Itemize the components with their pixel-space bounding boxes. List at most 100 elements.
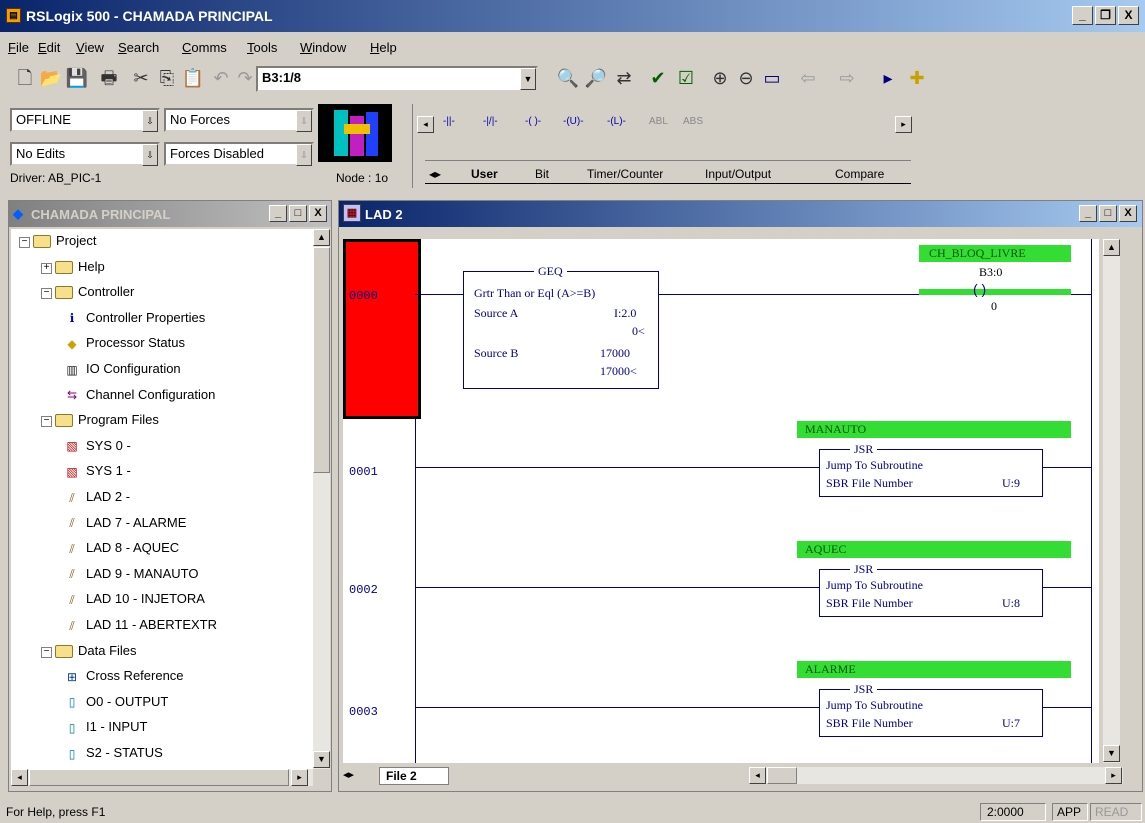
redo-icon[interactable]: ↷	[232, 66, 258, 92]
chevron-down-icon[interactable]: ⇩	[296, 144, 312, 166]
scroll-thumb[interactable]	[29, 769, 289, 786]
minimize-button[interactable]: _	[1072, 6, 1093, 25]
tree-item[interactable]: Help	[55, 259, 105, 274]
tab-scroll-icon[interactable]: ◂▸	[429, 165, 441, 185]
edits-combo[interactable]: No Edits ⇩	[10, 142, 160, 166]
scroll-up-icon[interactable]: ▲	[1103, 239, 1120, 256]
collapse-icon[interactable]: −	[19, 237, 30, 248]
jsr-instruction[interactable]: JSR Jump To Subroutine SBR File Number U…	[819, 562, 1043, 617]
tree-item[interactable]: ◆ Processor Status	[63, 335, 185, 352]
collapse-icon[interactable]: −	[41, 646, 52, 658]
abs-instruction-icon[interactable]: ABS	[683, 116, 703, 127]
tab-input-output[interactable]: Input/Output	[705, 165, 771, 185]
collapse-icon[interactable]: −	[41, 288, 52, 300]
scroll-left-icon[interactable]: ◂	[11, 769, 28, 786]
find-icon[interactable]: 🔍	[555, 66, 581, 92]
tree-item[interactable]: ⫽ LAD 11 - ABERTEXTR	[63, 617, 217, 634]
xic-instruction-icon[interactable]: -||-	[443, 116, 455, 127]
otl-instruction-icon[interactable]: -(L)-	[607, 116, 626, 127]
output-coil-icon[interactable]: ( )	[973, 281, 986, 297]
tree-item[interactable]: Project	[33, 233, 96, 249]
scroll-right-icon[interactable]: ▸	[291, 769, 308, 786]
geq-instruction[interactable]: GEQ Grtr Than or Eql (A>=B) Source A I:2…	[463, 264, 659, 389]
zoom-in-icon[interactable]: ⊕	[707, 66, 733, 92]
tree-item[interactable]: ▯ I1 - INPUT	[63, 719, 148, 736]
abl-instruction-icon[interactable]: ABL	[649, 116, 668, 127]
tree-item[interactable]: ▧ SYS 0 -	[63, 438, 130, 455]
restore-button[interactable]: ❐	[1095, 6, 1116, 25]
coil-address[interactable]: B3:0	[979, 265, 1002, 280]
rung-number[interactable]: 0000	[349, 289, 378, 303]
minimize-button[interactable]: _	[1079, 205, 1097, 222]
rung-number[interactable]: 0003	[349, 705, 378, 719]
scroll-left-icon[interactable]: ◂	[749, 767, 766, 784]
window-icon[interactable]: ▭	[759, 66, 785, 92]
add-icon[interactable]: ✚	[904, 66, 930, 92]
verify-file-icon[interactable]: ✔	[645, 66, 671, 92]
menu-search[interactable]: Search	[118, 40, 159, 55]
zoom-out-icon[interactable]: ⊖	[733, 66, 759, 92]
tab-user[interactable]: User	[471, 165, 498, 185]
jsr-instruction[interactable]: JSR Jump To Subroutine SBR File Number U…	[819, 442, 1043, 497]
tree-item[interactable]: ⫽ LAD 2 -	[63, 489, 130, 506]
mode-combo[interactable]: OFFLINE ⇩	[10, 108, 160, 132]
tree-item[interactable]: ▧ SYS 1 -	[63, 463, 130, 480]
palette-scroll-right[interactable]: ▸	[895, 116, 912, 133]
tree-item[interactable]: ⫽ LAD 7 - ALARME	[63, 515, 186, 532]
back-arrow-icon[interactable]: ⇦	[795, 66, 821, 92]
tree-horizontal-scrollbar[interactable]: ◂ ▸	[11, 769, 313, 786]
file-tab[interactable]: File 2	[379, 767, 449, 785]
tree-item[interactable]: ⊞ Cross Reference	[63, 668, 184, 685]
collapse-icon[interactable]: −	[41, 416, 52, 428]
paste-icon[interactable]: 📋	[180, 66, 206, 92]
open-folder-icon[interactable]: 📂	[38, 66, 64, 92]
ote-instruction-icon[interactable]: -( )-	[525, 116, 541, 127]
tab-timer-counter[interactable]: Timer/Counter	[587, 165, 663, 185]
scroll-down-icon[interactable]: ▼	[1103, 745, 1120, 762]
scroll-track[interactable]	[1103, 257, 1120, 745]
file-tab-scroll-icon[interactable]: ◂▸	[343, 768, 354, 781]
tab-compare[interactable]: Compare	[835, 165, 884, 185]
chevron-down-icon[interactable]: ▼	[520, 68, 536, 90]
chevron-down-icon[interactable]: ⇩	[142, 110, 158, 132]
scroll-right-icon[interactable]: ▸	[1105, 767, 1122, 784]
scroll-thumb[interactable]	[767, 767, 797, 784]
ladder-horizontal-scrollbar[interactable]: ◂ ▸	[749, 767, 1123, 784]
tree-item[interactable]: ⇆ Channel Configuration	[63, 387, 215, 404]
menu-help[interactable]: Help	[370, 40, 397, 55]
jsr-tag[interactable]: MANAUTO	[797, 421, 1071, 438]
coil-tag[interactable]: CH_BLOQ_LIVRE	[919, 245, 1071, 262]
tree-item[interactable]: ▥ IO Configuration	[63, 361, 180, 378]
minimize-button[interactable]: _	[269, 205, 287, 222]
play-icon[interactable]: ▸	[875, 66, 901, 92]
rung-selection-marker[interactable]	[343, 239, 421, 419]
scroll-thumb[interactable]	[313, 247, 330, 473]
tree-item[interactable]: ▯ S2 - STATUS	[63, 745, 163, 762]
find-next-icon[interactable]: 🔎	[583, 66, 609, 92]
forward-arrow-icon[interactable]: ⇨	[834, 66, 860, 92]
close-button[interactable]: X	[309, 205, 327, 222]
forces-state-combo[interactable]: Forces Disabled ⇩	[164, 142, 314, 166]
xio-instruction-icon[interactable]: -|/|-	[483, 116, 498, 127]
jsr-tag[interactable]: AQUEC	[797, 541, 1071, 558]
undo-icon[interactable]: ↶	[208, 66, 234, 92]
menu-edit[interactable]: Edit	[38, 40, 60, 55]
save-icon[interactable]: 💾	[64, 66, 90, 92]
chevron-down-icon[interactable]: ⇩	[142, 144, 158, 166]
maximize-button[interactable]: □	[289, 205, 307, 222]
rung-number[interactable]: 0002	[349, 583, 378, 597]
chevron-down-icon[interactable]: ⇩	[296, 110, 312, 132]
replace-icon[interactable]: ⇄	[611, 66, 637, 92]
tree-item[interactable]: Program Files	[55, 412, 159, 428]
scroll-down-icon[interactable]: ▼	[313, 751, 330, 768]
scroll-up-icon[interactable]: ▲	[313, 229, 330, 246]
tree-item[interactable]: Controller	[55, 284, 134, 300]
menu-tools[interactable]: Tools	[247, 40, 277, 55]
otu-instruction-icon[interactable]: -(U)-	[563, 116, 584, 127]
expand-icon[interactable]: +	[41, 262, 52, 274]
print-icon[interactable]: 🖶	[96, 66, 122, 92]
tree-item[interactable]: ⫽ LAD 8 - AQUEC	[63, 540, 179, 557]
ladder-editor[interactable]: 0000 GEQ Grtr Than or Eql (A>=B) Source …	[343, 239, 1099, 763]
copy-icon[interactable]: ⎘	[154, 66, 180, 92]
close-button[interactable]: X	[1118, 6, 1139, 25]
